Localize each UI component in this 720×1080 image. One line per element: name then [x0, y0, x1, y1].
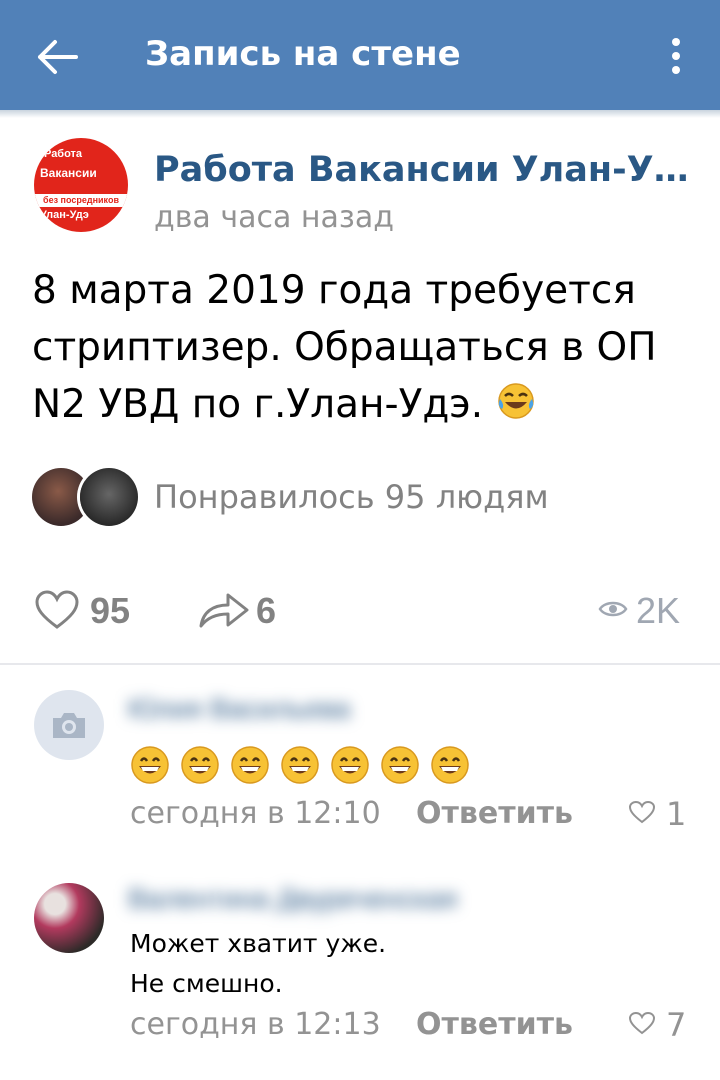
group-name-link[interactable]: Работа Вакансии Улан-У…	[154, 150, 689, 190]
comment-avatar[interactable]	[34, 883, 104, 953]
divider	[0, 663, 720, 665]
comment-like-count: 1	[666, 795, 687, 833]
like-count: 95	[90, 590, 131, 631]
comment-timestamp: сегодня в 12:10	[130, 796, 381, 831]
grinning-emoji-icon	[331, 746, 369, 784]
grinning-emoji-icon	[281, 746, 319, 784]
comment-text-line: Может хватит уже.	[130, 929, 387, 958]
reply-button[interactable]: Ответить	[416, 796, 573, 831]
comment-like-heart-icon[interactable]	[628, 800, 656, 824]
liked-by-summary[interactable]: Понравилось 95 людям	[154, 478, 549, 516]
reply-button[interactable]: Ответить	[416, 1007, 573, 1042]
top-bar: Запись на стене	[0, 0, 720, 110]
grinning-emoji-icon	[381, 746, 419, 784]
post-text-body: 8 марта 2019 года требуется стриптизер. …	[32, 268, 657, 427]
views-count: 2K	[636, 590, 681, 631]
avatar	[80, 468, 138, 526]
post-timestamp: два часа назад	[154, 200, 394, 234]
page-title: Запись на стене	[145, 34, 461, 74]
back-arrow-icon[interactable]	[36, 38, 78, 76]
likers-avatars[interactable]	[32, 468, 142, 528]
comment-text-line: Не смешно.	[130, 969, 283, 998]
comment-text: Может хватит уже. Не смешно.	[130, 924, 386, 1004]
share-arrow-icon[interactable]	[198, 592, 250, 628]
camera-icon	[53, 713, 85, 738]
grinning-emoji-icon	[431, 746, 469, 784]
header-shadow	[0, 110, 720, 118]
grinning-emoji-icon	[181, 746, 219, 784]
tears-of-joy-emoji-icon	[497, 383, 534, 419]
comment-author-name[interactable]: Юлия Васильева	[128, 693, 350, 725]
grinning-emoji-icon	[131, 746, 169, 784]
group-avatar[interactable]: Работа Вакансии без посредников Улан-Удэ	[34, 138, 128, 232]
comment-author-name[interactable]: Валентина Двуреченская	[128, 883, 457, 915]
comment-emoji-text	[130, 745, 480, 785]
views-eye-icon	[598, 601, 628, 617]
post-text: 8 марта 2019 года требуется стриптизер. …	[32, 262, 692, 433]
comment-like-heart-icon[interactable]	[628, 1011, 656, 1035]
comment-timestamp: сегодня в 12:13	[130, 1007, 381, 1042]
grinning-emoji-icon	[231, 746, 269, 784]
comment-avatar[interactable]	[34, 690, 104, 760]
share-count: 6	[256, 590, 277, 631]
more-options-icon[interactable]	[664, 36, 688, 76]
like-heart-icon[interactable]	[34, 590, 80, 630]
comment-like-count: 7	[666, 1006, 687, 1044]
